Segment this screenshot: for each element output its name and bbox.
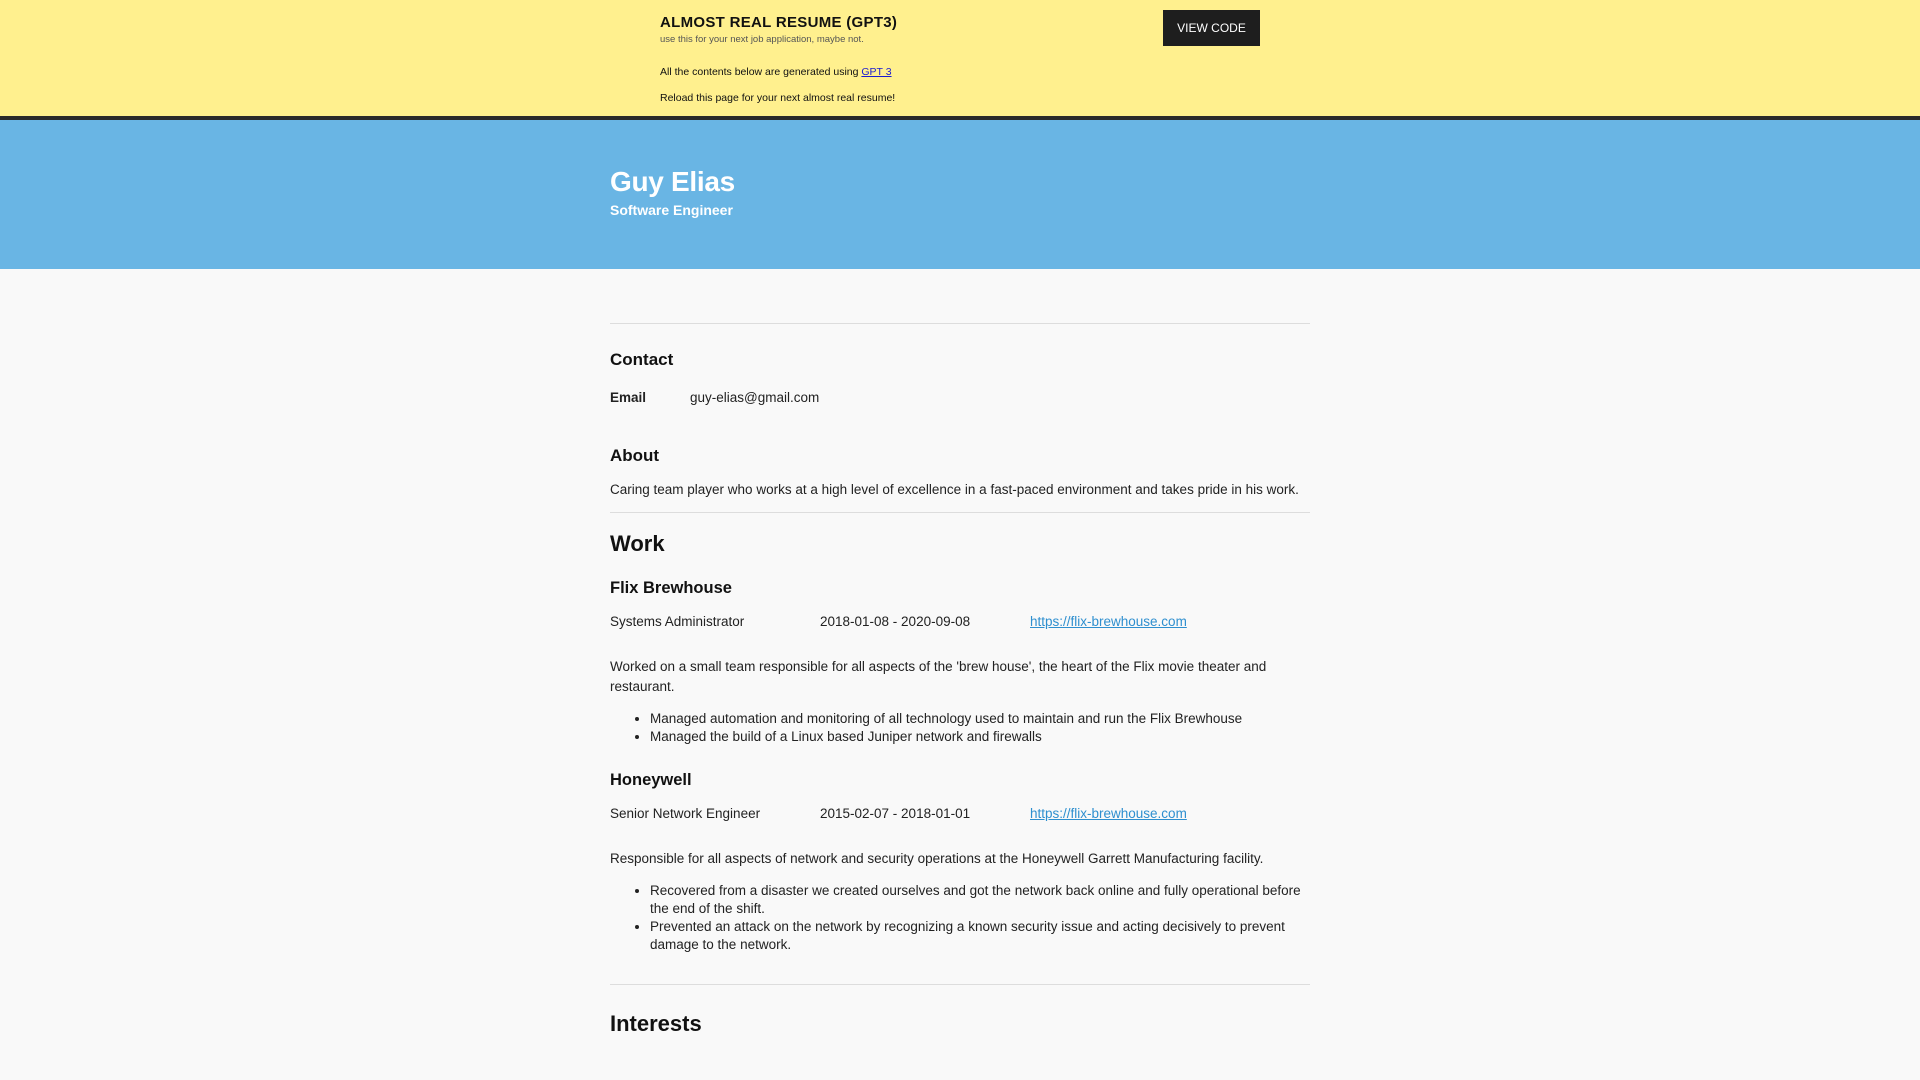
interests-heading: Interests	[610, 1011, 702, 1036]
person-name: Guy Elias	[610, 166, 735, 197]
gpt3-link[interactable]: GPT 3	[861, 66, 891, 78]
generated-note: All the contents below are generated usi…	[660, 66, 1260, 78]
job-dates: 2018-01-08 - 2020-09-08	[820, 614, 971, 629]
email-label: Email	[610, 390, 647, 405]
list-item: Prevented an attack on the network by re…	[650, 918, 1310, 954]
job-dates: 2015-02-07 - 2018-01-01	[820, 806, 971, 821]
list-item: Managed the build of a Linux based Junip…	[650, 728, 1310, 746]
resume-header: Guy Elias Software Engineer	[0, 120, 1920, 269]
list-item: Managed automation and monitoring of all…	[650, 710, 1310, 728]
generated-prefix: All the contents below are generated usi…	[660, 66, 859, 78]
person-role: Software Engineer	[610, 202, 733, 218]
job-highlights: Recovered from a disaster we created our…	[650, 882, 1310, 954]
job-meta-row: Senior Network Engineer 2015-02-07 - 201…	[610, 806, 1310, 821]
about-text: Caring team player who works at a high l…	[610, 482, 1299, 497]
job-company: Flix Brewhouse	[610, 579, 732, 597]
top-banner: ALMOST REAL RESUME (GPT3) use this for y…	[0, 0, 1920, 120]
about-heading: About	[610, 446, 660, 465]
contact-heading: Contact	[610, 350, 674, 369]
divider	[610, 984, 1310, 985]
reload-note: Reload this page for your next almost re…	[660, 92, 896, 104]
job-summary: Responsible for all aspects of network a…	[610, 851, 1264, 866]
job-url-link[interactable]: https://flix-brewhouse.com	[1030, 614, 1187, 629]
contact-email-row: Email guy-elias@gmail.com	[610, 390, 1310, 405]
job-title: Systems Administrator	[610, 614, 745, 629]
job-summary: Worked on a small team responsible for a…	[610, 659, 1267, 694]
email-value: guy-elias@gmail.com	[690, 390, 820, 405]
job-url-link[interactable]: https://flix-brewhouse.com	[1030, 806, 1187, 821]
divider	[610, 323, 1310, 324]
resume-body: Contact Email guy-elias@gmail.com About …	[610, 323, 1310, 1037]
divider	[610, 512, 1310, 513]
job-highlights: Managed automation and monitoring of all…	[650, 710, 1310, 746]
job-meta-row: Systems Administrator 2018-01-08 - 2020-…	[610, 614, 1310, 629]
view-code-button[interactable]: VIEW CODE	[1163, 10, 1260, 46]
job-title: Senior Network Engineer	[610, 806, 761, 821]
job-company: Honeywell	[610, 771, 692, 789]
list-item: Recovered from a disaster we created our…	[650, 882, 1310, 918]
work-heading: Work	[610, 531, 665, 556]
